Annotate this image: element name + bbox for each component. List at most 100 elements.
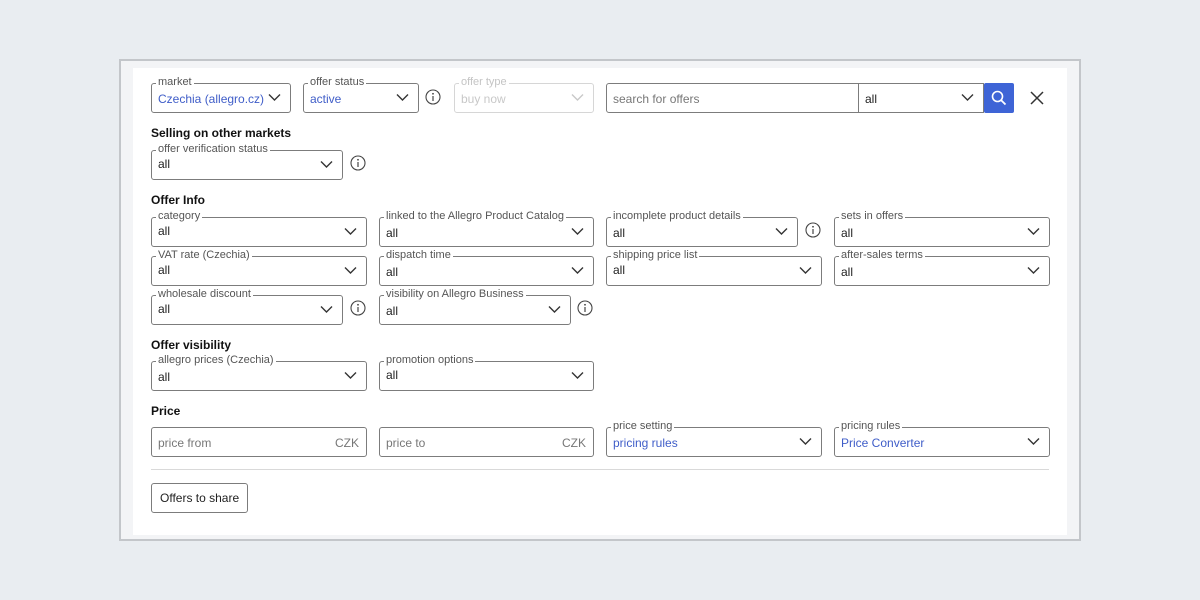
shipping-price-list-select[interactable]: shipping price list all bbox=[606, 248, 822, 286]
search-input[interactable]: search for offers bbox=[606, 83, 859, 113]
offer-verification-status-label: offer verification status bbox=[156, 142, 270, 156]
wholesale-discount-select[interactable]: wholesale discount all bbox=[151, 287, 343, 325]
visibility-business-label: visibility on Allegro Business bbox=[384, 287, 526, 301]
chevron-down-icon bbox=[571, 94, 584, 101]
offer-type-label: offer type bbox=[459, 75, 509, 89]
after-sales-terms-label: after-sales terms bbox=[839, 248, 925, 262]
offer-type-select[interactable]: offer type buy now bbox=[454, 75, 594, 113]
currency-suffix: CZK bbox=[562, 436, 586, 450]
promotion-options-value: all bbox=[386, 368, 399, 382]
chevron-down-icon bbox=[961, 94, 974, 101]
wholesale-discount-value: all bbox=[158, 302, 171, 316]
linked-catalog-label: linked to the Allegro Product Catalog bbox=[384, 209, 566, 223]
promotion-options-select[interactable]: promotion options all bbox=[379, 353, 594, 391]
pricing-rules-select[interactable]: pricing rules Price Converter bbox=[834, 419, 1050, 457]
category-select[interactable]: category all bbox=[151, 209, 367, 247]
info-icon[interactable] bbox=[350, 155, 366, 171]
shipping-price-list-label: shipping price list bbox=[611, 248, 700, 262]
after-sales-terms-value: all bbox=[841, 265, 854, 279]
chevron-down-icon bbox=[320, 306, 333, 313]
section-title-offer-info: Offer Info bbox=[151, 193, 205, 207]
close-button[interactable] bbox=[1028, 89, 1046, 107]
incomplete-details-select[interactable]: incomplete product details all bbox=[606, 209, 798, 247]
filter-panel: market Czechia (allegro.cz) offer status… bbox=[133, 68, 1067, 535]
allegro-prices-value: all bbox=[158, 370, 171, 384]
search-scope-select[interactable]: all bbox=[858, 83, 984, 113]
chevron-down-icon bbox=[799, 267, 812, 274]
price-setting-value: pricing rules bbox=[613, 436, 678, 450]
dispatch-time-label: dispatch time bbox=[384, 248, 453, 262]
chevron-down-icon bbox=[344, 372, 357, 379]
info-icon[interactable] bbox=[577, 300, 593, 316]
category-label: category bbox=[156, 209, 203, 223]
linked-catalog-select[interactable]: linked to the Allegro Product Catalog al… bbox=[379, 209, 594, 247]
price-from-placeholder: price from bbox=[158, 436, 212, 450]
shipping-price-list-value: all bbox=[613, 263, 626, 277]
visibility-business-value: all bbox=[386, 304, 399, 318]
offer-type-value: buy now bbox=[461, 92, 506, 106]
incomplete-details-label: incomplete product details bbox=[611, 209, 743, 223]
section-title-price: Price bbox=[151, 404, 181, 418]
offer-status-select[interactable]: offer status active bbox=[303, 75, 419, 113]
pricing-rules-value: Price Converter bbox=[841, 436, 925, 450]
price-to-placeholder: price to bbox=[386, 436, 426, 450]
section-title-other-markets: Selling on other markets bbox=[151, 126, 292, 140]
market-label: market bbox=[156, 75, 194, 89]
offers-to-share-button[interactable]: Offers to share bbox=[151, 483, 249, 513]
search-scope-value: all bbox=[865, 92, 878, 106]
category-value: all bbox=[158, 224, 171, 238]
chevron-down-icon bbox=[775, 228, 788, 235]
close-icon bbox=[1030, 91, 1044, 105]
linked-catalog-value: all bbox=[386, 226, 399, 240]
currency-suffix: CZK bbox=[335, 436, 359, 450]
chevron-down-icon bbox=[571, 267, 584, 274]
offer-verification-status-select[interactable]: offer verification status all bbox=[151, 142, 343, 180]
allegro-prices-select[interactable]: allegro prices (Czechia) all bbox=[151, 353, 367, 391]
vat-rate-label: VAT rate (Czechia) bbox=[156, 248, 252, 262]
chevron-down-icon bbox=[344, 228, 357, 235]
section-title-offer-visibility: Offer visibility bbox=[151, 338, 232, 352]
price-to-input[interactable]: price to CZK bbox=[379, 427, 594, 457]
after-sales-terms-select[interactable]: after-sales terms all bbox=[834, 248, 1050, 286]
chevron-down-icon bbox=[799, 438, 812, 445]
chevron-down-icon bbox=[571, 228, 584, 235]
incomplete-details-value: all bbox=[613, 226, 626, 240]
offer-status-value: active bbox=[310, 92, 342, 106]
offer-status-label: offer status bbox=[308, 75, 367, 89]
chevron-down-icon bbox=[571, 372, 584, 379]
info-icon[interactable] bbox=[350, 300, 366, 316]
market-select[interactable]: market Czechia (allegro.cz) bbox=[151, 75, 291, 113]
dispatch-time-value: all bbox=[386, 265, 399, 279]
vat-rate-value: all bbox=[158, 263, 171, 277]
wholesale-discount-label: wholesale discount bbox=[156, 287, 253, 301]
sets-in-offers-select[interactable]: sets in offers all bbox=[834, 209, 1050, 247]
search-placeholder: search for offers bbox=[613, 92, 700, 106]
info-icon[interactable] bbox=[425, 89, 441, 105]
pricing-rules-label: pricing rules bbox=[839, 419, 903, 433]
chevron-down-icon bbox=[548, 306, 561, 313]
market-value: Czechia (allegro.cz) bbox=[158, 92, 265, 106]
price-setting-select[interactable]: price setting pricing rules bbox=[606, 419, 822, 457]
filter-panel-frame: market Czechia (allegro.cz) offer status… bbox=[119, 59, 1081, 541]
sets-in-offers-label: sets in offers bbox=[839, 209, 906, 223]
chevron-down-icon bbox=[268, 94, 281, 101]
chevron-down-icon bbox=[396, 94, 409, 101]
info-icon[interactable] bbox=[805, 222, 821, 238]
chevron-down-icon bbox=[1027, 438, 1040, 445]
search-icon bbox=[991, 90, 1007, 106]
price-from-input[interactable]: price from CZK bbox=[151, 427, 367, 457]
search-button[interactable] bbox=[984, 83, 1014, 113]
chevron-down-icon bbox=[344, 267, 357, 274]
visibility-business-select[interactable]: visibility on Allegro Business all bbox=[379, 287, 571, 325]
divider bbox=[151, 469, 1049, 470]
sets-in-offers-value: all bbox=[841, 226, 854, 240]
allegro-prices-label: allegro prices (Czechia) bbox=[156, 353, 276, 367]
promotion-options-label: promotion options bbox=[384, 353, 476, 367]
price-setting-label: price setting bbox=[611, 419, 675, 433]
chevron-down-icon bbox=[1027, 228, 1040, 235]
chevron-down-icon bbox=[320, 161, 333, 168]
dispatch-time-select[interactable]: dispatch time all bbox=[379, 248, 594, 286]
offer-verification-status-value: all bbox=[158, 157, 171, 171]
vat-rate-select[interactable]: VAT rate (Czechia) all bbox=[151, 248, 367, 286]
chevron-down-icon bbox=[1027, 267, 1040, 274]
